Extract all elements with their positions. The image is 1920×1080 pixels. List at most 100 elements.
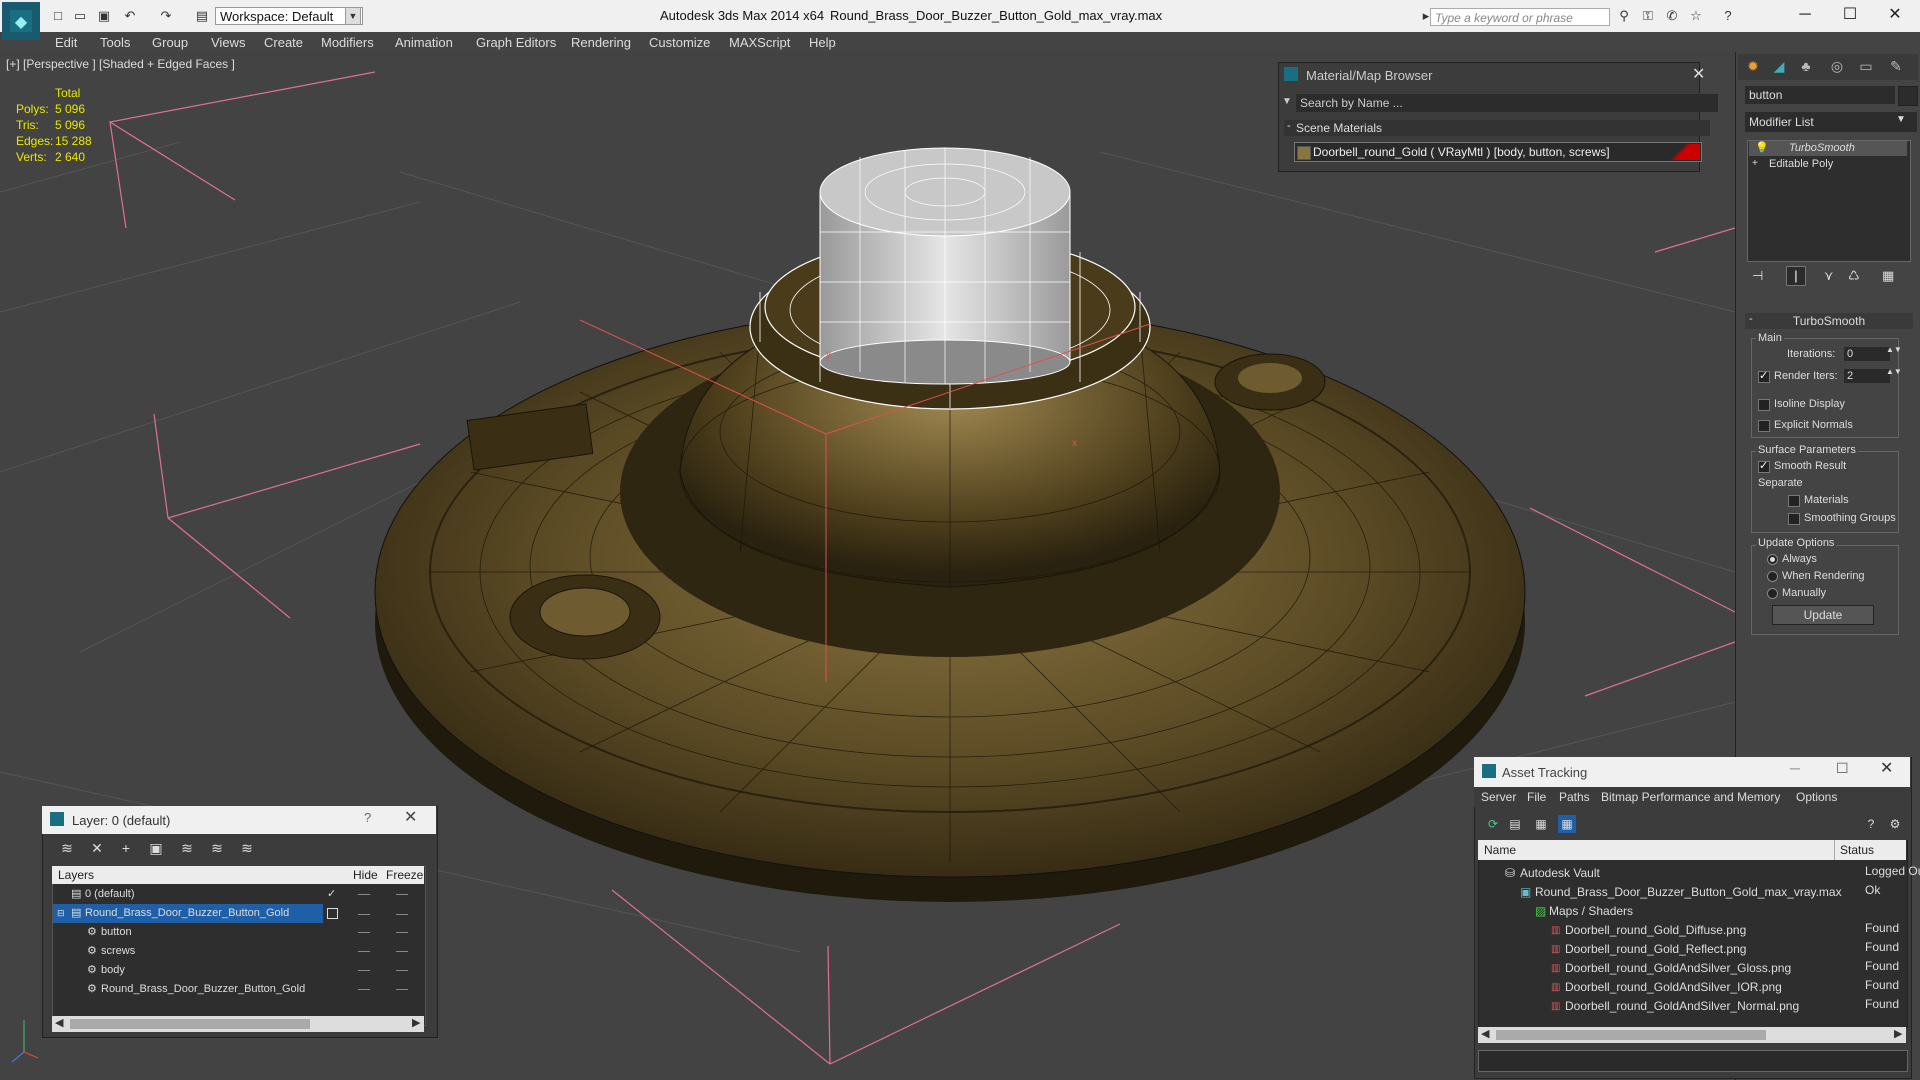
asset-row[interactable]: ▥ Doorbell_round_Gold_Diffuse.png bbox=[1479, 921, 1905, 940]
object-color-swatch[interactable] bbox=[1898, 86, 1918, 106]
help-icon[interactable]: ? bbox=[1862, 815, 1880, 833]
stack-item-editable-poly[interactable]: Editable Poly bbox=[1749, 157, 1907, 172]
highlight-layer-icon[interactable]: ≋ bbox=[178, 839, 196, 857]
iterations-spinner[interactable]: 0 bbox=[1844, 347, 1890, 361]
menu-views[interactable]: Views bbox=[211, 35, 245, 50]
maximize-icon[interactable]: ☐ bbox=[1836, 760, 1849, 777]
chevron-down-icon[interactable]: ▼ bbox=[1896, 114, 1906, 125]
hide-toggle[interactable] bbox=[358, 894, 370, 895]
when-rendering-radio[interactable] bbox=[1767, 571, 1778, 582]
menu-modifiers[interactable]: Modifiers bbox=[321, 35, 374, 50]
menu-animation[interactable]: Animation bbox=[395, 35, 453, 50]
active-layer-check-icon[interactable]: ✓ bbox=[327, 885, 336, 904]
stack-item-turbosmooth[interactable]: TurboSmooth bbox=[1749, 141, 1907, 156]
close-icon[interactable]: ✕ bbox=[404, 807, 417, 827]
layer-row[interactable]: ⊟ ▤ Round_Brass_Door_Buzzer_Button_Gold bbox=[53, 904, 323, 923]
freeze-toggle[interactable] bbox=[396, 970, 408, 971]
scroll-left-icon[interactable]: ◀ bbox=[1481, 1027, 1489, 1040]
scroll-right-icon[interactable]: ▶ bbox=[1894, 1027, 1902, 1040]
list-view-icon[interactable]: ▤ bbox=[1506, 815, 1524, 833]
menu-file[interactable]: File bbox=[1527, 790, 1546, 804]
freeze-toggle[interactable] bbox=[396, 951, 408, 952]
render-iters-checkbox[interactable] bbox=[1758, 369, 1770, 383]
asset-row[interactable]: ▨ Maps / Shaders bbox=[1479, 902, 1905, 921]
search-input[interactable]: Type a keyword or phrase bbox=[1430, 8, 1610, 26]
collapse-icon[interactable]: ⊟ bbox=[57, 904, 65, 923]
display-tab-icon[interactable]: ▭ bbox=[1855, 58, 1877, 76]
utilities-tab-icon[interactable]: ✎ bbox=[1885, 58, 1907, 76]
asset-row[interactable]: ▥ Doorbell_round_GoldAndSilver_Normal.pn… bbox=[1479, 997, 1905, 1016]
configure-modifier-sets-icon[interactable]: ▦ bbox=[1882, 268, 1894, 284]
col-layers[interactable]: Layers bbox=[58, 866, 94, 884]
scroll-right-icon[interactable]: ▶ bbox=[412, 1016, 420, 1029]
always-radio[interactable] bbox=[1767, 554, 1778, 565]
material-item[interactable]: Doorbell_round_Gold ( VRayMtl ) [body, b… bbox=[1294, 142, 1702, 162]
col-name[interactable]: Name bbox=[1484, 840, 1516, 860]
favorites-star-icon[interactable]: ☆ bbox=[1688, 8, 1704, 24]
update-button[interactable]: Update bbox=[1772, 605, 1874, 625]
modifier-list-dropdown[interactable]: Modifier List bbox=[1745, 112, 1917, 132]
viewport-label[interactable]: [+] [Perspective ] [Shaded + Edged Faces… bbox=[6, 57, 235, 71]
chevron-down-icon[interactable]: ▼ bbox=[345, 7, 361, 25]
close-icon[interactable]: ✕ bbox=[1692, 64, 1705, 84]
chevron-down-icon[interactable]: ▼ bbox=[1282, 96, 1292, 107]
smoothing-groups-checkbox[interactable] bbox=[1788, 513, 1800, 525]
settings-icon[interactable]: ⚙ bbox=[1886, 815, 1904, 833]
material-search-input[interactable]: Search by Name ... bbox=[1296, 94, 1718, 112]
new-file-icon[interactable]: □ bbox=[50, 8, 66, 24]
make-unique-icon[interactable]: ⋎ bbox=[1824, 268, 1834, 284]
layer-row[interactable]: ⚙ Round_Brass_Door_Buzzer_Button_Gold bbox=[53, 980, 423, 999]
minimize-icon[interactable]: ─ bbox=[1790, 760, 1800, 776]
hierarchy-tab-icon[interactable]: ♣ bbox=[1795, 58, 1817, 76]
hide-all-layers-icon[interactable]: ≋ bbox=[208, 839, 226, 857]
isoline-display-checkbox[interactable] bbox=[1758, 399, 1770, 411]
menu-server[interactable]: Server bbox=[1481, 790, 1516, 804]
close-icon[interactable]: ✕ bbox=[1880, 4, 1910, 26]
delete-layer-icon[interactable]: ✕ bbox=[88, 839, 106, 857]
modify-tab-icon[interactable]: ◢ bbox=[1768, 58, 1790, 76]
asset-row[interactable]: ▥ Doorbell_round_GoldAndSilver_IOR.png bbox=[1479, 978, 1905, 997]
hide-toggle[interactable] bbox=[358, 970, 370, 971]
asset-row[interactable]: ▥ Doorbell_round_GoldAndSilver_Gloss.png bbox=[1479, 959, 1905, 978]
create-tab-icon[interactable]: ✹ bbox=[1742, 58, 1764, 76]
communication-icon[interactable]: ✆ bbox=[1664, 8, 1680, 24]
workspace-dropdown[interactable]: Workspace: Default bbox=[215, 7, 363, 25]
table-view-icon[interactable]: ▦ bbox=[1558, 815, 1576, 833]
help-icon[interactable]: ? bbox=[1720, 8, 1736, 24]
open-file-icon[interactable]: ▭ bbox=[72, 8, 88, 24]
menu-help[interactable]: Help bbox=[809, 35, 836, 50]
freeze-toggle[interactable] bbox=[396, 989, 408, 990]
menu-rendering[interactable]: Rendering bbox=[571, 35, 631, 50]
asset-row[interactable]: ⛁ Autodesk Vault bbox=[1479, 864, 1905, 883]
menu-graph-editors[interactable]: Graph Editors bbox=[476, 35, 556, 50]
maximize-icon[interactable]: ☐ bbox=[1835, 4, 1865, 26]
manually-radio[interactable] bbox=[1767, 588, 1778, 599]
show-end-result-icon[interactable]: | bbox=[1786, 266, 1806, 286]
app-logo-button[interactable]: ◆ bbox=[2, 2, 40, 40]
layer-row[interactable]: ▤ 0 (default) ✓ bbox=[53, 885, 423, 904]
remove-modifier-icon[interactable]: ♺ bbox=[1848, 268, 1860, 284]
materials-checkbox[interactable] bbox=[1788, 495, 1800, 507]
binoculars-icon[interactable]: ⚲ bbox=[1616, 8, 1632, 24]
col-status[interactable]: Status bbox=[1840, 840, 1874, 860]
refresh-icon[interactable]: ⟳ bbox=[1484, 815, 1502, 833]
help-icon[interactable]: ? bbox=[364, 810, 371, 825]
add-to-layer-box-icon[interactable] bbox=[327, 908, 338, 919]
spinner-arrows-icon[interactable]: ▲▼ bbox=[1886, 367, 1902, 376]
menu-tools[interactable]: Tools bbox=[100, 35, 130, 50]
freeze-all-layers-icon[interactable]: ≋ bbox=[238, 839, 256, 857]
col-hide[interactable]: Hide bbox=[353, 866, 378, 884]
asset-row[interactable]: ▥ Doorbell_round_Gold_Reflect.png bbox=[1479, 940, 1905, 959]
freeze-toggle[interactable] bbox=[396, 894, 408, 895]
asset-row[interactable]: ▣ Round_Brass_Door_Buzzer_Button_Gold_ma… bbox=[1479, 883, 1905, 902]
layer-row[interactable]: ⚙ screws bbox=[53, 942, 423, 961]
hide-toggle[interactable] bbox=[358, 989, 370, 990]
menu-options[interactable]: Options bbox=[1796, 790, 1837, 804]
collapse-icon[interactable]: - bbox=[1287, 120, 1291, 132]
minimize-icon[interactable]: ─ bbox=[1790, 4, 1820, 26]
layer-row[interactable]: ⚙ button bbox=[53, 923, 423, 942]
motion-tab-icon[interactable]: ◎ bbox=[1826, 58, 1848, 76]
project-folder-icon[interactable]: ▤ bbox=[194, 8, 210, 24]
undo-icon[interactable]: ↶ bbox=[122, 8, 138, 24]
hide-toggle[interactable] bbox=[358, 951, 370, 952]
